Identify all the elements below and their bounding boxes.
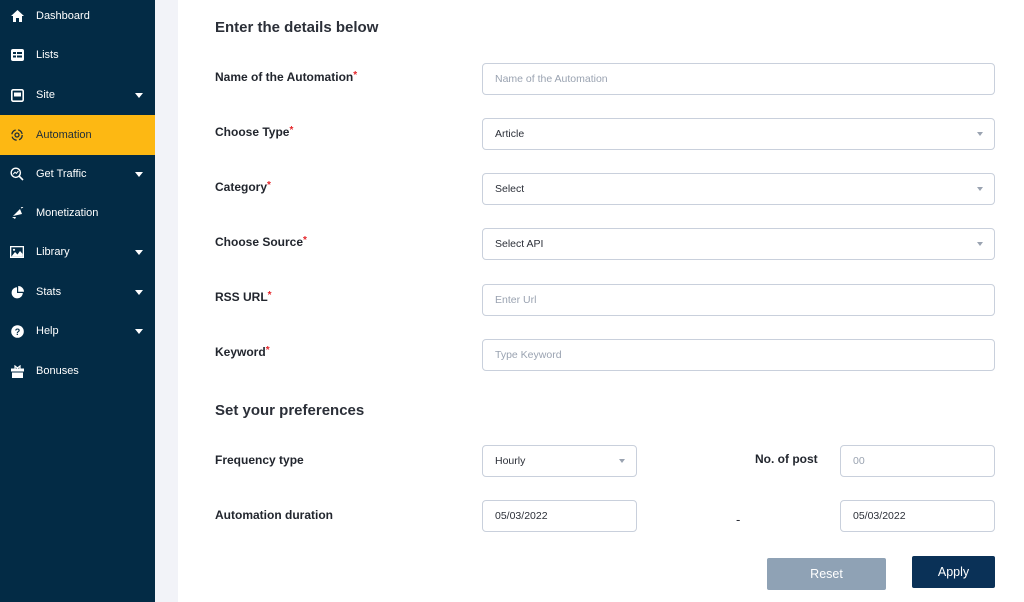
- megaphone-icon: [10, 206, 24, 220]
- rss-url-input[interactable]: Enter Url: [482, 284, 995, 316]
- preferences-section-title: Set your preferences: [215, 402, 365, 419]
- question-icon: ?: [10, 324, 24, 338]
- sidebar-item-site[interactable]: Site: [0, 75, 155, 115]
- start-date-input[interactable]: 05/03/2022: [482, 500, 637, 532]
- sidebar-item-stats[interactable]: Stats: [0, 272, 155, 312]
- sidebar-item-label: Library: [36, 246, 70, 258]
- date-separator: -: [736, 512, 741, 527]
- sidebar-item-label: Get Traffic: [36, 168, 87, 180]
- source-label: Choose Source*: [215, 235, 307, 249]
- sidebar-item-label: Bonuses: [36, 365, 79, 377]
- search-chart-icon: [10, 167, 24, 181]
- chevron-down-icon: [135, 171, 143, 177]
- sidebar-item-bonuses[interactable]: Bonuses: [0, 351, 155, 391]
- dropdown-arrow-icon: [977, 242, 983, 246]
- window-icon: [10, 88, 24, 102]
- sidebar: Dashboard Lists Site Automation Get Traf…: [0, 0, 155, 602]
- chevron-down-icon: [135, 328, 143, 334]
- sidebar-item-label: Automation: [36, 129, 92, 141]
- sidebar-item-monetization[interactable]: Monetization: [0, 193, 155, 233]
- name-label: Name of the Automation*: [215, 70, 358, 84]
- sidebar-item-label: Help: [36, 325, 59, 337]
- sidebar-item-label: Site: [36, 89, 55, 101]
- svg-text:?: ?: [14, 327, 20, 337]
- source-select[interactable]: Select API: [482, 228, 995, 260]
- sidebar-item-help[interactable]: ? Help: [0, 311, 155, 351]
- home-icon: [10, 9, 24, 23]
- sidebar-item-dashboard[interactable]: Dashboard: [0, 0, 155, 36]
- type-select[interactable]: Article: [482, 118, 995, 150]
- table-icon: [10, 48, 24, 62]
- apply-button[interactable]: Apply: [912, 556, 995, 588]
- keyword-input[interactable]: Type Keyword: [482, 339, 995, 371]
- image-icon: [10, 245, 24, 259]
- sidebar-item-get-traffic[interactable]: Get Traffic: [0, 154, 155, 194]
- sidebar-item-library[interactable]: Library: [0, 232, 155, 272]
- sidebar-item-lists[interactable]: Lists: [0, 35, 155, 75]
- sidebar-gutter: [155, 0, 178, 602]
- rss-url-label: RSS URL*: [215, 290, 272, 304]
- chevron-down-icon: [135, 92, 143, 98]
- posts-count-input[interactable]: 00: [840, 445, 995, 477]
- automation-name-input[interactable]: Name of the Automation: [482, 63, 995, 95]
- chevron-down-icon: [135, 289, 143, 295]
- sidebar-item-label: Lists: [36, 49, 59, 61]
- keyword-label: Keyword*: [215, 345, 270, 359]
- duration-label: Automation duration: [215, 508, 333, 522]
- sidebar-item-label: Stats: [36, 286, 62, 298]
- automation-gear-icon: [10, 128, 24, 142]
- reset-button[interactable]: Reset: [767, 558, 886, 590]
- details-section-title: Enter the details below: [215, 19, 379, 36]
- type-label: Choose Type*: [215, 125, 294, 139]
- dropdown-arrow-icon: [977, 187, 983, 191]
- end-date-input[interactable]: 05/03/2022: [840, 500, 995, 532]
- frequency-select[interactable]: Hourly: [482, 445, 637, 477]
- sidebar-item-automation[interactable]: Automation: [0, 115, 155, 155]
- sidebar-item-label: Dashboard: [36, 10, 90, 22]
- chevron-down-icon: [135, 249, 143, 255]
- category-label: Category*: [215, 180, 271, 194]
- dropdown-arrow-icon: [619, 459, 625, 463]
- frequency-label: Frequency type: [215, 453, 304, 467]
- category-select[interactable]: Select: [482, 173, 995, 205]
- gift-icon: [10, 364, 24, 378]
- pie-chart-icon: [10, 285, 24, 299]
- sidebar-item-label: Monetization: [36, 207, 99, 219]
- posts-label: No. of post: [755, 452, 818, 466]
- dropdown-arrow-icon: [977, 132, 983, 136]
